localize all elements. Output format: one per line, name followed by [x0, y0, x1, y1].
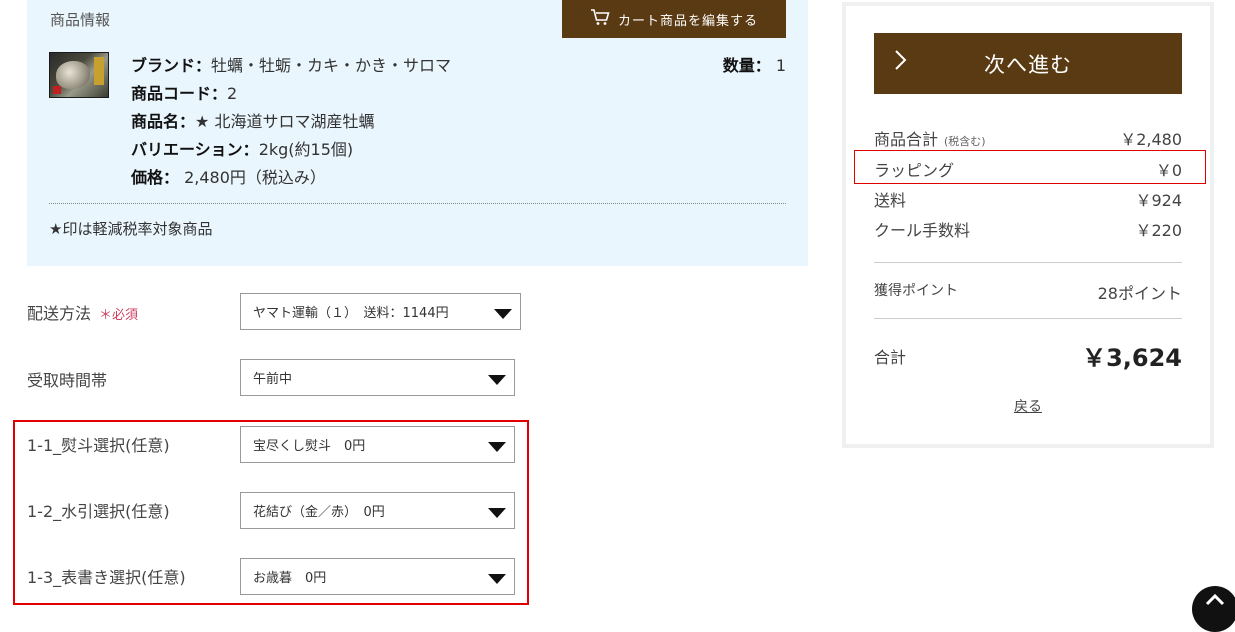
scroll-to-top-button[interactable] [1192, 586, 1235, 632]
variation-row: バリエーション：2kg(約15個) [131, 140, 354, 159]
mizuhiki-label: 1-2_水引選択(任意) [27, 502, 170, 521]
divider [874, 262, 1182, 263]
section-title: 商品情報 [50, 11, 111, 29]
wrapping-row: ラッピング ￥0 [874, 161, 1182, 180]
points-row: 獲得ポイント 28ポイント [874, 283, 1182, 303]
noshi-select[interactable]: 宝尽くし熨斗 0円 [240, 426, 515, 463]
chevron-up-icon [1205, 586, 1225, 632]
shipping-method-select[interactable]: ヤマト運輸（１） 送料：1144円 [240, 293, 521, 330]
next-label: 次へ進む [984, 52, 1072, 77]
required-badge: ＊必須 [99, 308, 139, 323]
divider [874, 318, 1182, 319]
name-row: 商品名：★ 北海道サロマ湖産牡蠣 [131, 112, 375, 131]
delivery-time-label: 受取時間帯 [27, 371, 108, 390]
price-row: 価格： 2,480円（税込み） [131, 168, 326, 187]
cart-icon [590, 8, 610, 30]
total-row: 合計 ￥3,624 [874, 344, 1182, 372]
brand-row: ブランド：牡蠣・牡蛎・カキ・かき・サロマ [131, 56, 452, 75]
caret-down-icon [488, 508, 506, 518]
omotegaki-select[interactable]: お歳暮 0円 [240, 558, 515, 595]
product-info-panel: 商品情報 カート商品を編集する ブランド：牡蠣・牡蛎・カキ・かき・サロマ 商品コ… [27, 0, 808, 266]
edit-cart-label: カート商品を編集する [617, 13, 758, 29]
shipping-fee-row: 送料 ￥924 [874, 191, 1182, 210]
quantity: 数量： 1 [722, 56, 786, 75]
order-summary: 次へ進む 商品合計 (税含む) ￥2,480 ラッピング ￥0 送料 ￥924 クール… [842, 2, 1214, 448]
chevron-right-icon [894, 49, 908, 77]
subtotal-row: 商品合計 (税含む) ￥2,480 [874, 130, 1182, 149]
caret-down-icon [488, 442, 506, 452]
back-link[interactable]: 戻る [846, 396, 1210, 416]
product-thumbnail [49, 52, 109, 98]
shipping-method-label: 配送方法 ＊必須 [27, 304, 139, 323]
caret-down-icon [494, 309, 512, 319]
cool-fee-row: クール手数料 ￥220 [874, 221, 1182, 240]
next-button[interactable]: 次へ進む [874, 33, 1182, 94]
product-details: ブランド：牡蠣・牡蛎・カキ・かき・サロマ 商品コード：2 商品名：★ 北海道サロ… [131, 52, 451, 192]
noshi-label: 1-1_熨斗選択(任意) [27, 436, 170, 455]
omotegaki-label: 1-3_表書き選択(任意) [27, 568, 186, 587]
delivery-time-select[interactable]: 午前中 [240, 359, 515, 396]
divider [49, 203, 786, 204]
caret-down-icon [488, 574, 506, 584]
tax-note: ★印は軽減税率対象商品 [49, 220, 213, 238]
edit-cart-button[interactable]: カート商品を編集する [562, 0, 786, 38]
code-row: 商品コード：2 [131, 84, 238, 103]
mizuhiki-select[interactable]: 花結び（金／赤） 0円 [240, 492, 515, 529]
caret-down-icon [488, 375, 506, 385]
